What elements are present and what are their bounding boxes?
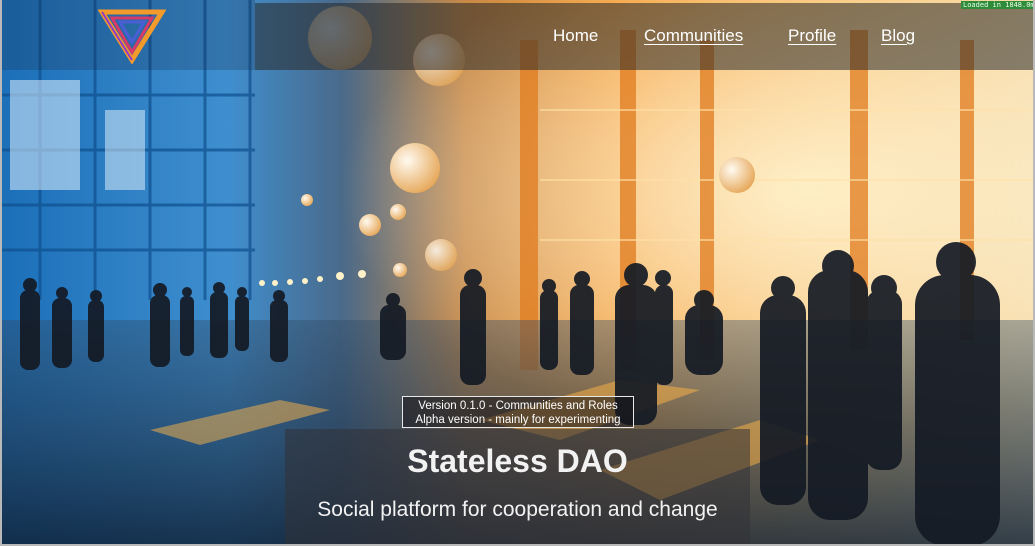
version-line: Version 0.1.0 - Communities and Roles — [418, 400, 618, 412]
alpha-notice-line: Alpha version - mainly for experimenting — [415, 414, 621, 426]
nav-link-communities[interactable]: Communities — [644, 26, 743, 46]
triangle-logo-icon[interactable] — [97, 8, 167, 65]
hero-title: Stateless DAO — [407, 443, 628, 479]
version-notice: Version 0.1.0 - Communities and Roles Al… — [402, 396, 634, 428]
nav-link-profile[interactable]: Profile — [788, 26, 836, 46]
hero-subtitle: Social platform for cooperation and chan… — [317, 498, 718, 521]
load-time-badge: Loaded in 1848.0ms — [961, 1, 1035, 9]
nav-link-blog[interactable]: Blog — [881, 26, 915, 46]
nav-link-home[interactable]: Home — [553, 26, 598, 46]
